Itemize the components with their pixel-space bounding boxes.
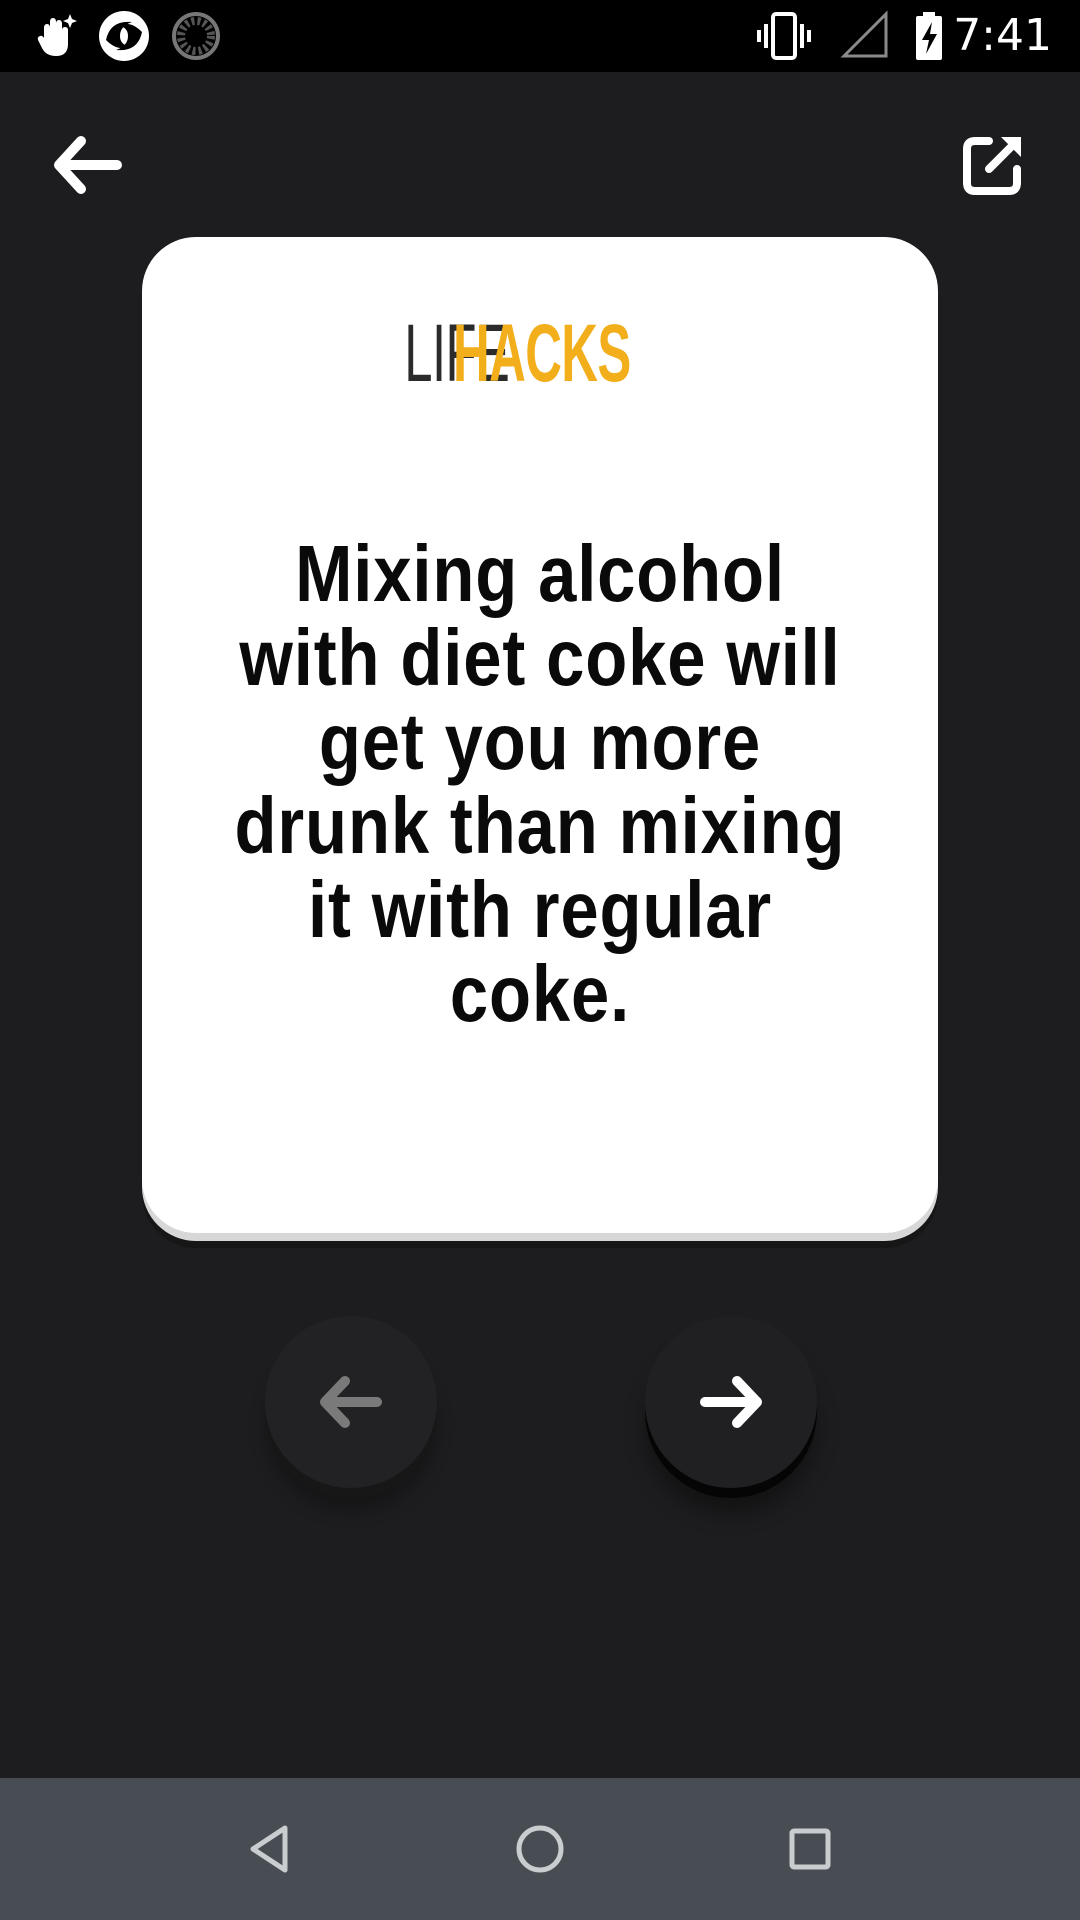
share-button[interactable] [948, 120, 1038, 210]
life-hacks-logo: LIFE HACKS [142, 299, 938, 409]
triangle-back-icon [250, 1825, 288, 1873]
hack-text: Mixing alcohol with diet coke will get y… [182, 532, 898, 1036]
next-hack-button[interactable] [645, 1316, 817, 1488]
signal-icon [840, 10, 892, 62]
arrow-right-icon [700, 1376, 762, 1428]
status-time: 7:41 [953, 10, 1052, 61]
hand-sparkle-icon [30, 10, 82, 62]
arrow-left-icon [320, 1376, 382, 1428]
logo-hacks-text: HACKS [453, 308, 631, 399]
app-swirl-icon [98, 10, 150, 62]
circle-home-icon [516, 1825, 564, 1873]
square-recents-icon [789, 1828, 831, 1870]
previous-hack-button[interactable] [265, 1316, 437, 1488]
arrow-left-icon [54, 136, 122, 194]
system-home-button[interactable] [500, 1809, 580, 1889]
vibrate-icon [756, 10, 811, 62]
app-screen: 7:41 LIFE HACKS Mixing alcohol with diet… [0, 0, 1080, 1920]
loading-spinner-icon [170, 10, 222, 62]
back-button[interactable] [42, 120, 132, 210]
system-back-button[interactable] [230, 1809, 310, 1889]
hack-text-content: Mixing alcohol with diet coke will get y… [234, 529, 846, 1038]
system-recents-button[interactable] [770, 1809, 850, 1889]
system-nav-bar [0, 1778, 1080, 1920]
status-bar: 7:41 [0, 0, 1080, 72]
share-external-icon [963, 137, 1021, 195]
hack-card[interactable]: LIFE HACKS Mixing alcohol with diet coke… [142, 237, 938, 1233]
